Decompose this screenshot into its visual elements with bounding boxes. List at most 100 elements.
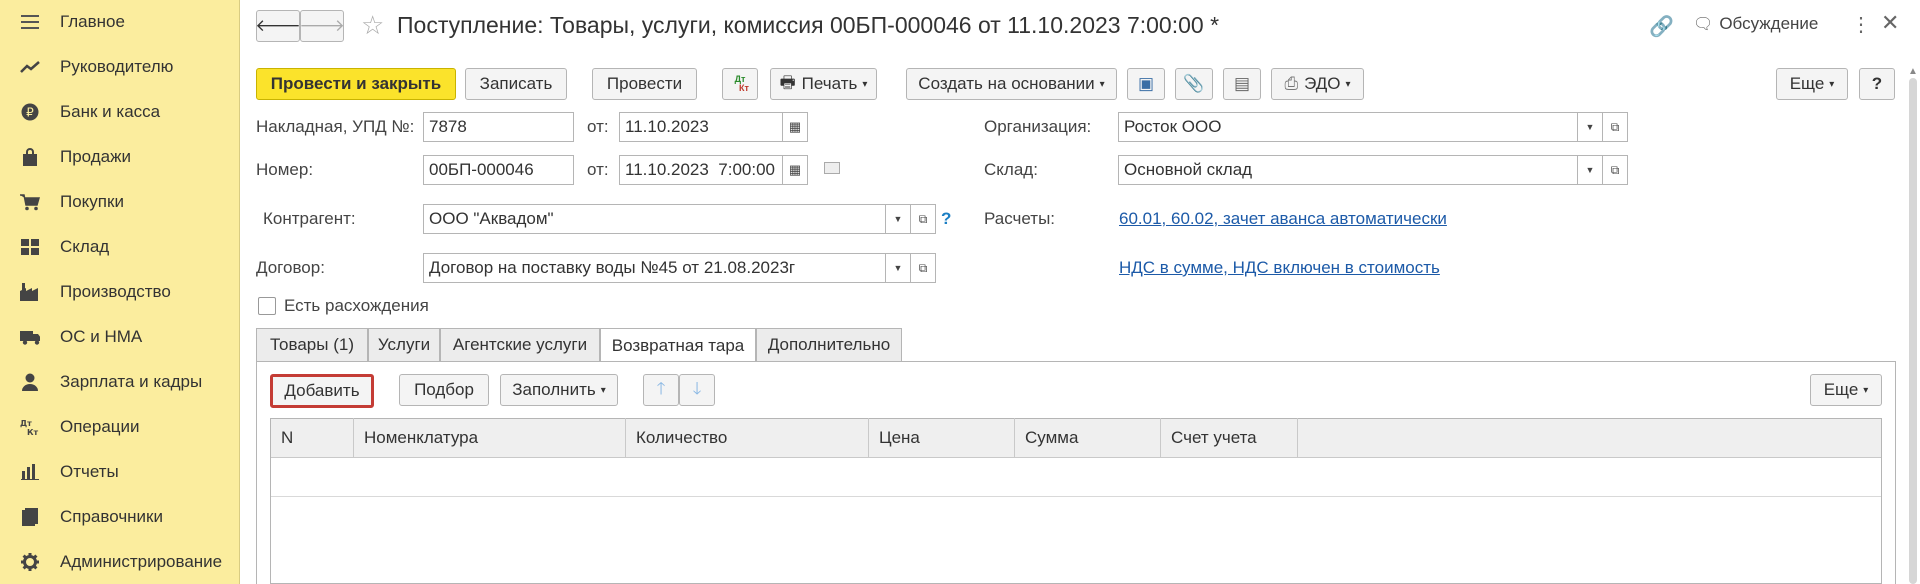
book-icon	[20, 507, 40, 527]
chevron-down-icon: ▾	[1829, 78, 1835, 90]
help-button[interactable]: ?	[1859, 68, 1895, 100]
more-vertical-icon[interactable]: ⋮	[1851, 12, 1871, 37]
sidebar-item-main[interactable]: Главное	[0, 2, 240, 42]
calendar-button[interactable]: ▦	[782, 155, 808, 185]
sidebar-item-assets[interactable]: ОС и НМА	[0, 317, 240, 357]
move-up-button[interactable]: 🡑	[643, 374, 679, 406]
counterparty-field[interactable]: ООО "Аквадом"	[423, 204, 886, 234]
discrepancy-checkbox[interactable]	[258, 297, 276, 315]
scroll-up-icon[interactable]: ▲	[1908, 66, 1918, 77]
column-header-account[interactable]: Счет учета	[1161, 418, 1298, 458]
select-button[interactable]: Подбор	[399, 374, 489, 406]
number-field[interactable]: 00БП-000046	[423, 155, 574, 185]
column-header-sum[interactable]: Сумма	[1015, 418, 1161, 458]
column-header-n[interactable]: N	[271, 418, 354, 458]
discussion-button[interactable]: 🗨 Обсуждение	[1693, 14, 1818, 34]
save-button[interactable]: Записать	[465, 68, 567, 100]
more-label: Еще	[1823, 380, 1859, 399]
warehouse-field[interactable]: Основной склад	[1118, 155, 1578, 185]
star-icon[interactable]: ☆	[361, 10, 384, 41]
fill-button[interactable]: Заполнить ▾	[500, 374, 618, 406]
contract-field[interactable]: Договор на поставку воды №45 от 21.08.20…	[423, 253, 886, 283]
chat-icon: 🗨	[1693, 16, 1714, 33]
page-title: Поступление: Товары, услуги, комиссия 00…	[397, 12, 1220, 38]
column-header-quantity[interactable]: Количество	[626, 418, 869, 458]
organization-dropdown[interactable]: ▼	[1577, 112, 1603, 142]
dt-kt-icon: Кт	[739, 83, 749, 93]
organization-open-button[interactable]: ⧉	[1602, 112, 1628, 142]
calendar-button[interactable]: ▦	[782, 112, 808, 142]
organization-label: Организация:	[984, 117, 1092, 136]
warehouse-dropdown[interactable]: ▼	[1577, 155, 1603, 185]
sidebar-item-manager[interactable]: Руководителю	[0, 47, 240, 87]
comment-icon[interactable]	[824, 162, 840, 174]
chevron-down-icon: ▼	[1585, 165, 1595, 175]
tab-additional[interactable]: Дополнительно	[756, 328, 902, 362]
more-button[interactable]: Еще ▾	[1776, 68, 1848, 100]
sidebar-item-purchases[interactable]: Покупки	[0, 182, 240, 222]
sidebar-item-label: Продажи	[60, 147, 131, 166]
create-based-on-button[interactable]: Создать на основании ▾	[906, 68, 1117, 100]
add-button[interactable]: Добавить	[270, 374, 374, 408]
help-icon[interactable]: ?	[941, 209, 951, 229]
calculator-button[interactable]: ▤	[1223, 68, 1261, 100]
sidebar-item-salary[interactable]: Зарплата и кадры	[0, 362, 240, 402]
link-icon[interactable]: 🔗	[1649, 14, 1674, 39]
sidebar-item-operations[interactable]: Дт Кт Операции	[0, 407, 240, 447]
sidebar-item-warehouse[interactable]: Склад	[0, 227, 240, 267]
bag-icon	[20, 147, 40, 167]
sidebar-item-admin[interactable]: Администрирование	[0, 542, 240, 582]
warehouse-open-button[interactable]: ⧉	[1602, 155, 1628, 185]
table-more-button[interactable]: Еще ▾	[1810, 374, 1882, 406]
vertical-scrollbar[interactable]	[1909, 78, 1917, 584]
invoice-number-field[interactable]: 7878	[423, 112, 574, 142]
sidebar-item-production[interactable]: Производство	[0, 272, 240, 312]
structure-button[interactable]: ▣	[1127, 68, 1165, 100]
dt-kt-button[interactable]: Дт Кт	[722, 68, 758, 100]
counterparty-dropdown[interactable]: ▼	[885, 204, 911, 234]
vat-link[interactable]: НДС в сумме, НДС включен в стоимость	[1119, 258, 1440, 278]
tab-goods[interactable]: Товары (1)	[256, 328, 368, 362]
contract-dropdown[interactable]: ▼	[885, 253, 911, 283]
gear-icon	[20, 552, 40, 572]
counterparty-open-button[interactable]: ⧉	[910, 204, 936, 234]
ruble-icon: ₽	[20, 102, 40, 122]
chevron-down-icon: ▼	[893, 263, 903, 273]
tab-returnable-packaging[interactable]: Возвратная тара	[600, 328, 756, 363]
sidebar-item-bank[interactable]: ₽ Банк и касса	[0, 92, 240, 132]
sidebar-item-reports[interactable]: Отчеты	[0, 452, 240, 492]
contract-open-button[interactable]: ⧉	[910, 253, 936, 283]
back-button[interactable]: 🡐	[255, 10, 301, 42]
column-header-price[interactable]: Цена	[869, 418, 1015, 458]
arrow-right-icon: 🡒	[299, 16, 345, 35]
chevron-down-icon: ▾	[1099, 78, 1105, 90]
dt-kt-icon: Дт Кт	[20, 417, 40, 437]
forward-button[interactable]: 🡒	[299, 10, 345, 42]
open-icon: ⧉	[918, 260, 928, 275]
post-button[interactable]: Провести	[592, 68, 697, 100]
close-icon[interactable]: ✕	[1881, 10, 1899, 36]
edo-icon: ⎙	[1284, 74, 1299, 93]
organization-field[interactable]: Росток ООО	[1118, 112, 1578, 142]
tab-agent-services[interactable]: Агентские услуги	[440, 328, 600, 362]
invoice-date-field[interactable]: 11.10.2023	[619, 112, 783, 142]
sidebar-item-catalogs[interactable]: Справочники	[0, 497, 240, 537]
settlements-link[interactable]: 60.01, 60.02, зачет аванса автоматически	[1119, 209, 1447, 229]
post-and-close-button[interactable]: Провести и закрыть	[256, 68, 456, 100]
move-down-button[interactable]: 🡓	[679, 374, 715, 406]
contract-label: Договор:	[256, 258, 325, 277]
svg-text:Кт: Кт	[27, 428, 39, 436]
printer-icon: 🖶	[779, 72, 796, 92]
edo-button[interactable]: ⎙ ЭДО ▾	[1271, 68, 1364, 100]
sidebar-item-sales[interactable]: Продажи	[0, 137, 240, 177]
print-button[interactable]: 🖶 Печать ▾	[770, 68, 877, 100]
tab-services[interactable]: Услуги	[368, 328, 440, 362]
column-header-nomenclature[interactable]: Номенклатура	[354, 418, 626, 458]
attachment-button[interactable]: 📎	[1175, 68, 1213, 100]
chevron-down-icon: ▼	[893, 214, 903, 224]
counterparty-label: Контрагент:	[263, 209, 356, 228]
number-date-field[interactable]: 11.10.2023 7:00:00	[619, 155, 783, 185]
sidebar-item-label: Склад	[60, 237, 110, 256]
paperclip-icon: 📎	[1183, 74, 1205, 93]
person-icon	[20, 372, 40, 392]
